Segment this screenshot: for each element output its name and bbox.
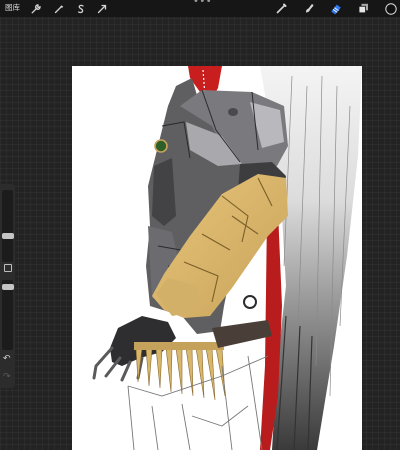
top-toolbar: 图库 ••• [0,0,400,17]
redo-button[interactable]: ↷ [3,372,11,382]
drawing-canvas[interactable] [72,66,362,450]
adjustments-wand-icon[interactable] [51,0,67,17]
opacity-slider[interactable] [2,280,13,350]
more-menu[interactable]: ••• [193,0,212,7]
pauldron-rivet [228,108,238,116]
selection-s-icon[interactable] [73,0,89,17]
brush-icon[interactable] [273,0,289,17]
emblem [154,139,168,153]
gallery-button[interactable]: 图库 [5,2,20,14]
smudge-icon[interactable] [301,0,317,17]
sidebar: ↶ ↷ [0,184,15,388]
artwork [92,66,362,450]
eraser-icon[interactable] [328,0,344,17]
undo-button[interactable]: ↶ [3,354,11,364]
claw-band [134,342,224,350]
transform-arrow-icon[interactable] [94,0,110,17]
brush-size-thumb[interactable] [2,233,14,239]
modify-button[interactable] [4,264,12,272]
brush-size-slider[interactable] [2,190,13,262]
procreate-app: 图库 ••• ↶ ↷ [0,0,400,450]
torso-plate-dark [152,158,176,226]
belt-ring [243,295,257,309]
actions-wrench-icon[interactable] [28,0,44,17]
color-swatch[interactable] [383,0,399,17]
layers-icon[interactable] [355,0,371,17]
opacity-thumb[interactable] [2,284,14,290]
